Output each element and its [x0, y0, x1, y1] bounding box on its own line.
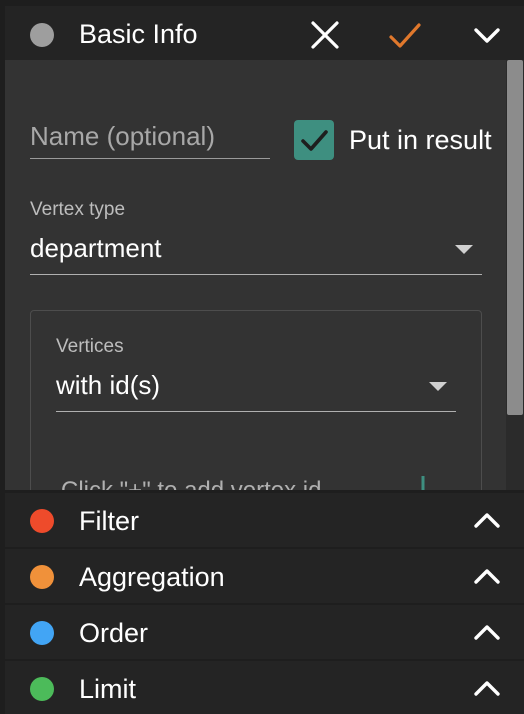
vertex-type-value: department [30, 233, 162, 263]
basic-info-body: Put in result Vertex type department Ver… [5, 60, 524, 490]
section-order[interactable]: Order [5, 605, 524, 659]
vertices-select[interactable]: with id(s) [56, 369, 456, 412]
chevron-down-icon [474, 28, 500, 43]
basic-info-title: Basic Info [79, 19, 198, 49]
add-vertex-id-button[interactable] [413, 474, 433, 490]
collapse-button[interactable] [467, 15, 507, 55]
order-dot [30, 621, 54, 645]
vertex-type-label: Vertex type [30, 199, 126, 220]
close-icon [311, 21, 339, 49]
chevron-up-icon[interactable] [467, 669, 507, 709]
dropdown-arrow-icon [429, 382, 447, 391]
vertex-type-select[interactable]: department [30, 232, 482, 275]
query-panel: Basic Info Put in result Verte [0, 0, 524, 714]
section-aggregation[interactable]: Aggregation [5, 549, 524, 603]
chevron-up-icon[interactable] [467, 501, 507, 541]
vertices-value: with id(s) [56, 370, 161, 400]
dropdown-arrow-icon [455, 245, 473, 254]
vertex-id-input[interactable] [61, 471, 391, 490]
chevron-up-icon[interactable] [467, 613, 507, 653]
name-input[interactable] [30, 115, 270, 159]
section-label: Limit [79, 674, 137, 704]
scrollbar[interactable] [506, 60, 524, 490]
section-label: Filter [79, 506, 139, 536]
close-button[interactable] [305, 15, 345, 55]
section-label: Order [79, 618, 149, 648]
section-limit[interactable]: Limit [5, 661, 524, 714]
put-in-result-checkbox[interactable] [294, 120, 334, 160]
check-icon [389, 23, 421, 48]
aggregation-dot [30, 565, 54, 589]
section-filter[interactable]: Filter [5, 493, 524, 547]
confirm-button[interactable] [385, 15, 425, 55]
basic-info-header: Basic Info [5, 6, 524, 60]
checkmark-icon [301, 130, 328, 151]
chevron-up-icon[interactable] [467, 557, 507, 597]
plus-icon [421, 476, 425, 490]
vertices-group: Vertices with id(s) [30, 310, 482, 490]
vertices-label: Vertices [56, 336, 124, 357]
status-dot [30, 23, 54, 47]
put-in-result-label: Put in result [349, 125, 492, 155]
filter-dot [30, 509, 54, 533]
limit-dot [30, 677, 54, 701]
section-label: Aggregation [79, 562, 225, 592]
scrollbar-thumb[interactable] [507, 60, 523, 415]
